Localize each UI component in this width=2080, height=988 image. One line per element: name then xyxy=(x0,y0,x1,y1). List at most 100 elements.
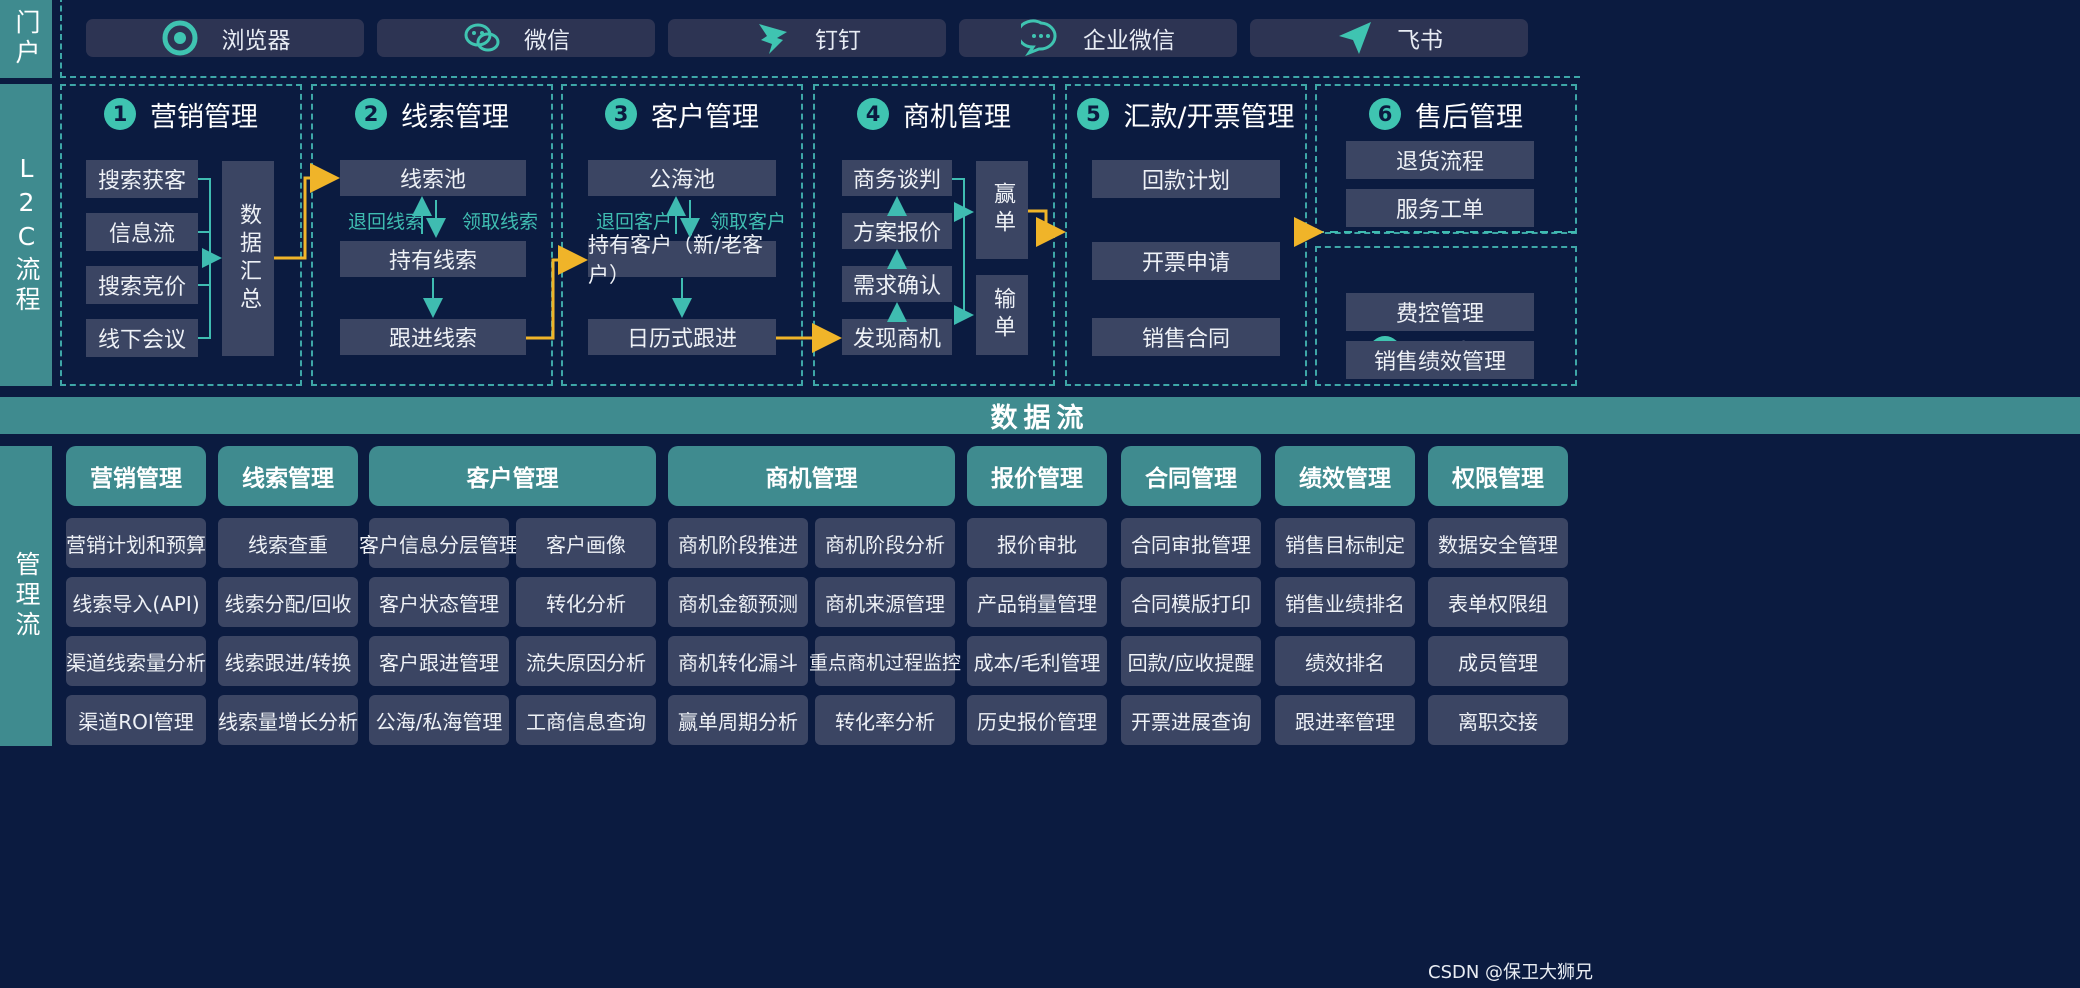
portal-label: 企业微信 xyxy=(1083,28,1175,54)
mgmt-cell[interactable]: 合同审批管理 xyxy=(1121,518,1261,568)
payment-item[interactable]: 回款计划 xyxy=(1092,160,1280,198)
mgmt-header-performance[interactable]: 绩效管理 xyxy=(1275,446,1415,506)
mgmt-cell[interactable]: 线索跟进/转换 xyxy=(218,636,358,686)
data-summary-box[interactable]: 数据汇总 xyxy=(222,161,274,356)
mgmt-cell[interactable]: 数据安全管理 xyxy=(1428,518,1568,568)
mgmt-cell[interactable]: 绩效排名 xyxy=(1275,636,1415,686)
held-leads-box[interactable]: 持有线索 xyxy=(340,241,526,277)
step-number: 5 xyxy=(1077,98,1110,130)
mgmt-cell[interactable]: 赢单周期分析 xyxy=(668,695,808,745)
mgmt-cell[interactable]: 商机阶段分析 xyxy=(815,518,955,568)
opportunity-step[interactable]: 商务谈判 xyxy=(842,160,952,196)
portal-label: 钉钉 xyxy=(815,28,861,54)
module-title-payment: 5 汇款/开票管理 xyxy=(1065,96,1307,133)
mgmt-cell[interactable]: 商机阶段推进 xyxy=(668,518,808,568)
mgmt-header-leads[interactable]: 线索管理 xyxy=(218,446,358,506)
mgmt-header-permissions[interactable]: 权限管理 xyxy=(1428,446,1568,506)
data-flow-bar: 数据流 xyxy=(0,397,2080,434)
mgmt-cell[interactable]: 客户状态管理 xyxy=(369,577,509,627)
mgmt-header-contracts[interactable]: 合同管理 xyxy=(1121,446,1261,506)
mgmt-cell[interactable]: 渠道ROI管理 xyxy=(66,695,206,745)
payment-item[interactable]: 开票申请 xyxy=(1092,242,1280,280)
mgmt-header-marketing[interactable]: 营销管理 xyxy=(66,446,206,506)
follow-leads-box[interactable]: 跟进线索 xyxy=(340,319,526,355)
mgmt-cell[interactable]: 成本/毛利管理 xyxy=(967,636,1107,686)
portal-wechat[interactable]: 微信 xyxy=(377,19,655,57)
module-title: 商机管理 xyxy=(903,101,1011,133)
mgmt-cell[interactable]: 转化分析 xyxy=(516,577,656,627)
mgmt-cell[interactable]: 客户信息分层管理 xyxy=(359,518,519,568)
mgmt-cell[interactable]: 商机金额预测 xyxy=(668,577,808,627)
opportunity-step[interactable]: 方案报价 xyxy=(842,213,952,249)
module-title: 客户管理 xyxy=(651,101,759,133)
held-customers-box[interactable]: 持有客户（新/老客户） xyxy=(588,233,776,287)
marketing-item[interactable]: 信息流 xyxy=(86,213,198,251)
marketing-item[interactable]: 搜索竞价 xyxy=(86,266,198,304)
mgmt-cell[interactable]: 商机转化漏斗 xyxy=(668,636,808,686)
module-title-customers: 3 客户管理 xyxy=(561,96,803,133)
mgmt-cell[interactable]: 历史报价管理 xyxy=(967,695,1107,745)
calendar-follow-box[interactable]: 日历式跟进 xyxy=(588,319,776,355)
mgmt-cell[interactable]: 营销计划和预算 xyxy=(66,518,206,568)
win-box[interactable]: 赢单 xyxy=(976,161,1028,259)
portal-browser[interactable]: 浏览器 xyxy=(86,19,364,57)
module-title: 营销管理 xyxy=(150,101,258,133)
step-number: 6 xyxy=(1369,98,1401,130)
claim-customers-label: 领取客户 xyxy=(710,210,787,233)
section-label-l2c: L2C流程 xyxy=(0,84,52,386)
mgmt-cell[interactable]: 离职交接 xyxy=(1428,695,1568,745)
mgmt-cell[interactable]: 表单权限组 xyxy=(1428,577,1568,627)
mgmt-cell[interactable]: 转化率分析 xyxy=(815,695,955,745)
marketing-item[interactable]: 搜索获客 xyxy=(86,160,198,198)
step-number: 4 xyxy=(857,98,889,130)
marketing-item[interactable]: 线下会议 xyxy=(86,319,198,357)
finance-item[interactable]: 销售绩效管理 xyxy=(1346,341,1534,379)
opportunity-step[interactable]: 发现商机 xyxy=(842,319,952,355)
mgmt-cell[interactable]: 开票进展查询 xyxy=(1121,695,1261,745)
section-label-mgmt: 管理流 xyxy=(0,446,52,746)
portal-feishu[interactable]: 飞书 xyxy=(1250,19,1528,57)
mgmt-header-opportunities[interactable]: 商机管理 xyxy=(668,446,955,506)
lose-box[interactable]: 输单 xyxy=(976,275,1028,355)
aftersales-item[interactable]: 服务工单 xyxy=(1346,189,1534,227)
claim-leads-label: 领取线索 xyxy=(462,210,539,233)
payment-item[interactable]: 销售合同 xyxy=(1092,318,1280,356)
customer-pool-box[interactable]: 公海池 xyxy=(588,160,776,196)
mgmt-cell[interactable]: 线索导入(API) xyxy=(66,577,206,627)
lead-pool-box[interactable]: 线索池 xyxy=(340,160,526,196)
portal-label: 浏览器 xyxy=(221,28,291,54)
wecom-icon xyxy=(1021,19,1057,57)
mgmt-cell[interactable]: 客户跟进管理 xyxy=(369,636,509,686)
mgmt-cell[interactable]: 产品销量管理 xyxy=(967,577,1107,627)
module-title-leads: 2 线索管理 xyxy=(311,96,553,133)
mgmt-cell[interactable]: 回款/应收提醒 xyxy=(1121,636,1261,686)
mgmt-header-quotes[interactable]: 报价管理 xyxy=(967,446,1107,506)
feishu-icon xyxy=(1339,22,1371,54)
aftersales-item[interactable]: 退货流程 xyxy=(1346,141,1534,179)
mgmt-cell[interactable]: 流失原因分析 xyxy=(516,636,656,686)
mgmt-cell[interactable]: 线索查重 xyxy=(218,518,358,568)
mgmt-cell[interactable]: 客户画像 xyxy=(516,518,656,568)
module-title-opportunities: 4 商机管理 xyxy=(813,96,1055,133)
mgmt-cell[interactable]: 线索分配/回收 xyxy=(218,577,358,627)
mgmt-cell[interactable]: 跟进率管理 xyxy=(1275,695,1415,745)
mgmt-cell[interactable]: 报价审批 xyxy=(967,518,1107,568)
mgmt-header-customers[interactable]: 客户管理 xyxy=(369,446,656,506)
mgmt-cell[interactable]: 销售业绩排名 xyxy=(1275,577,1415,627)
finance-item[interactable]: 费控管理 xyxy=(1346,293,1534,331)
mgmt-cell[interactable]: 成员管理 xyxy=(1428,636,1568,686)
portal-dingtalk[interactable]: 钉钉 xyxy=(668,19,946,57)
mgmt-cell[interactable]: 公海/私海管理 xyxy=(369,695,509,745)
mgmt-cell[interactable]: 合同模版打印 xyxy=(1121,577,1261,627)
opportunity-step[interactable]: 需求确认 xyxy=(842,266,952,302)
mgmt-cell[interactable]: 商机来源管理 xyxy=(815,577,955,627)
mgmt-cell[interactable]: 线索量增长分析 xyxy=(218,695,358,745)
mgmt-cell[interactable]: 工商信息查询 xyxy=(516,695,656,745)
portal-label: 微信 xyxy=(524,28,570,54)
mgmt-cell[interactable]: 销售目标制定 xyxy=(1275,518,1415,568)
mgmt-cell[interactable]: 渠道线索量分析 xyxy=(66,636,206,686)
return-customers-label: 退回客户 xyxy=(596,210,673,233)
step-number: 2 xyxy=(355,98,387,130)
mgmt-cell[interactable]: 重点商机过程监控 xyxy=(809,636,961,686)
portal-wecom[interactable]: 企业微信 xyxy=(959,19,1237,57)
